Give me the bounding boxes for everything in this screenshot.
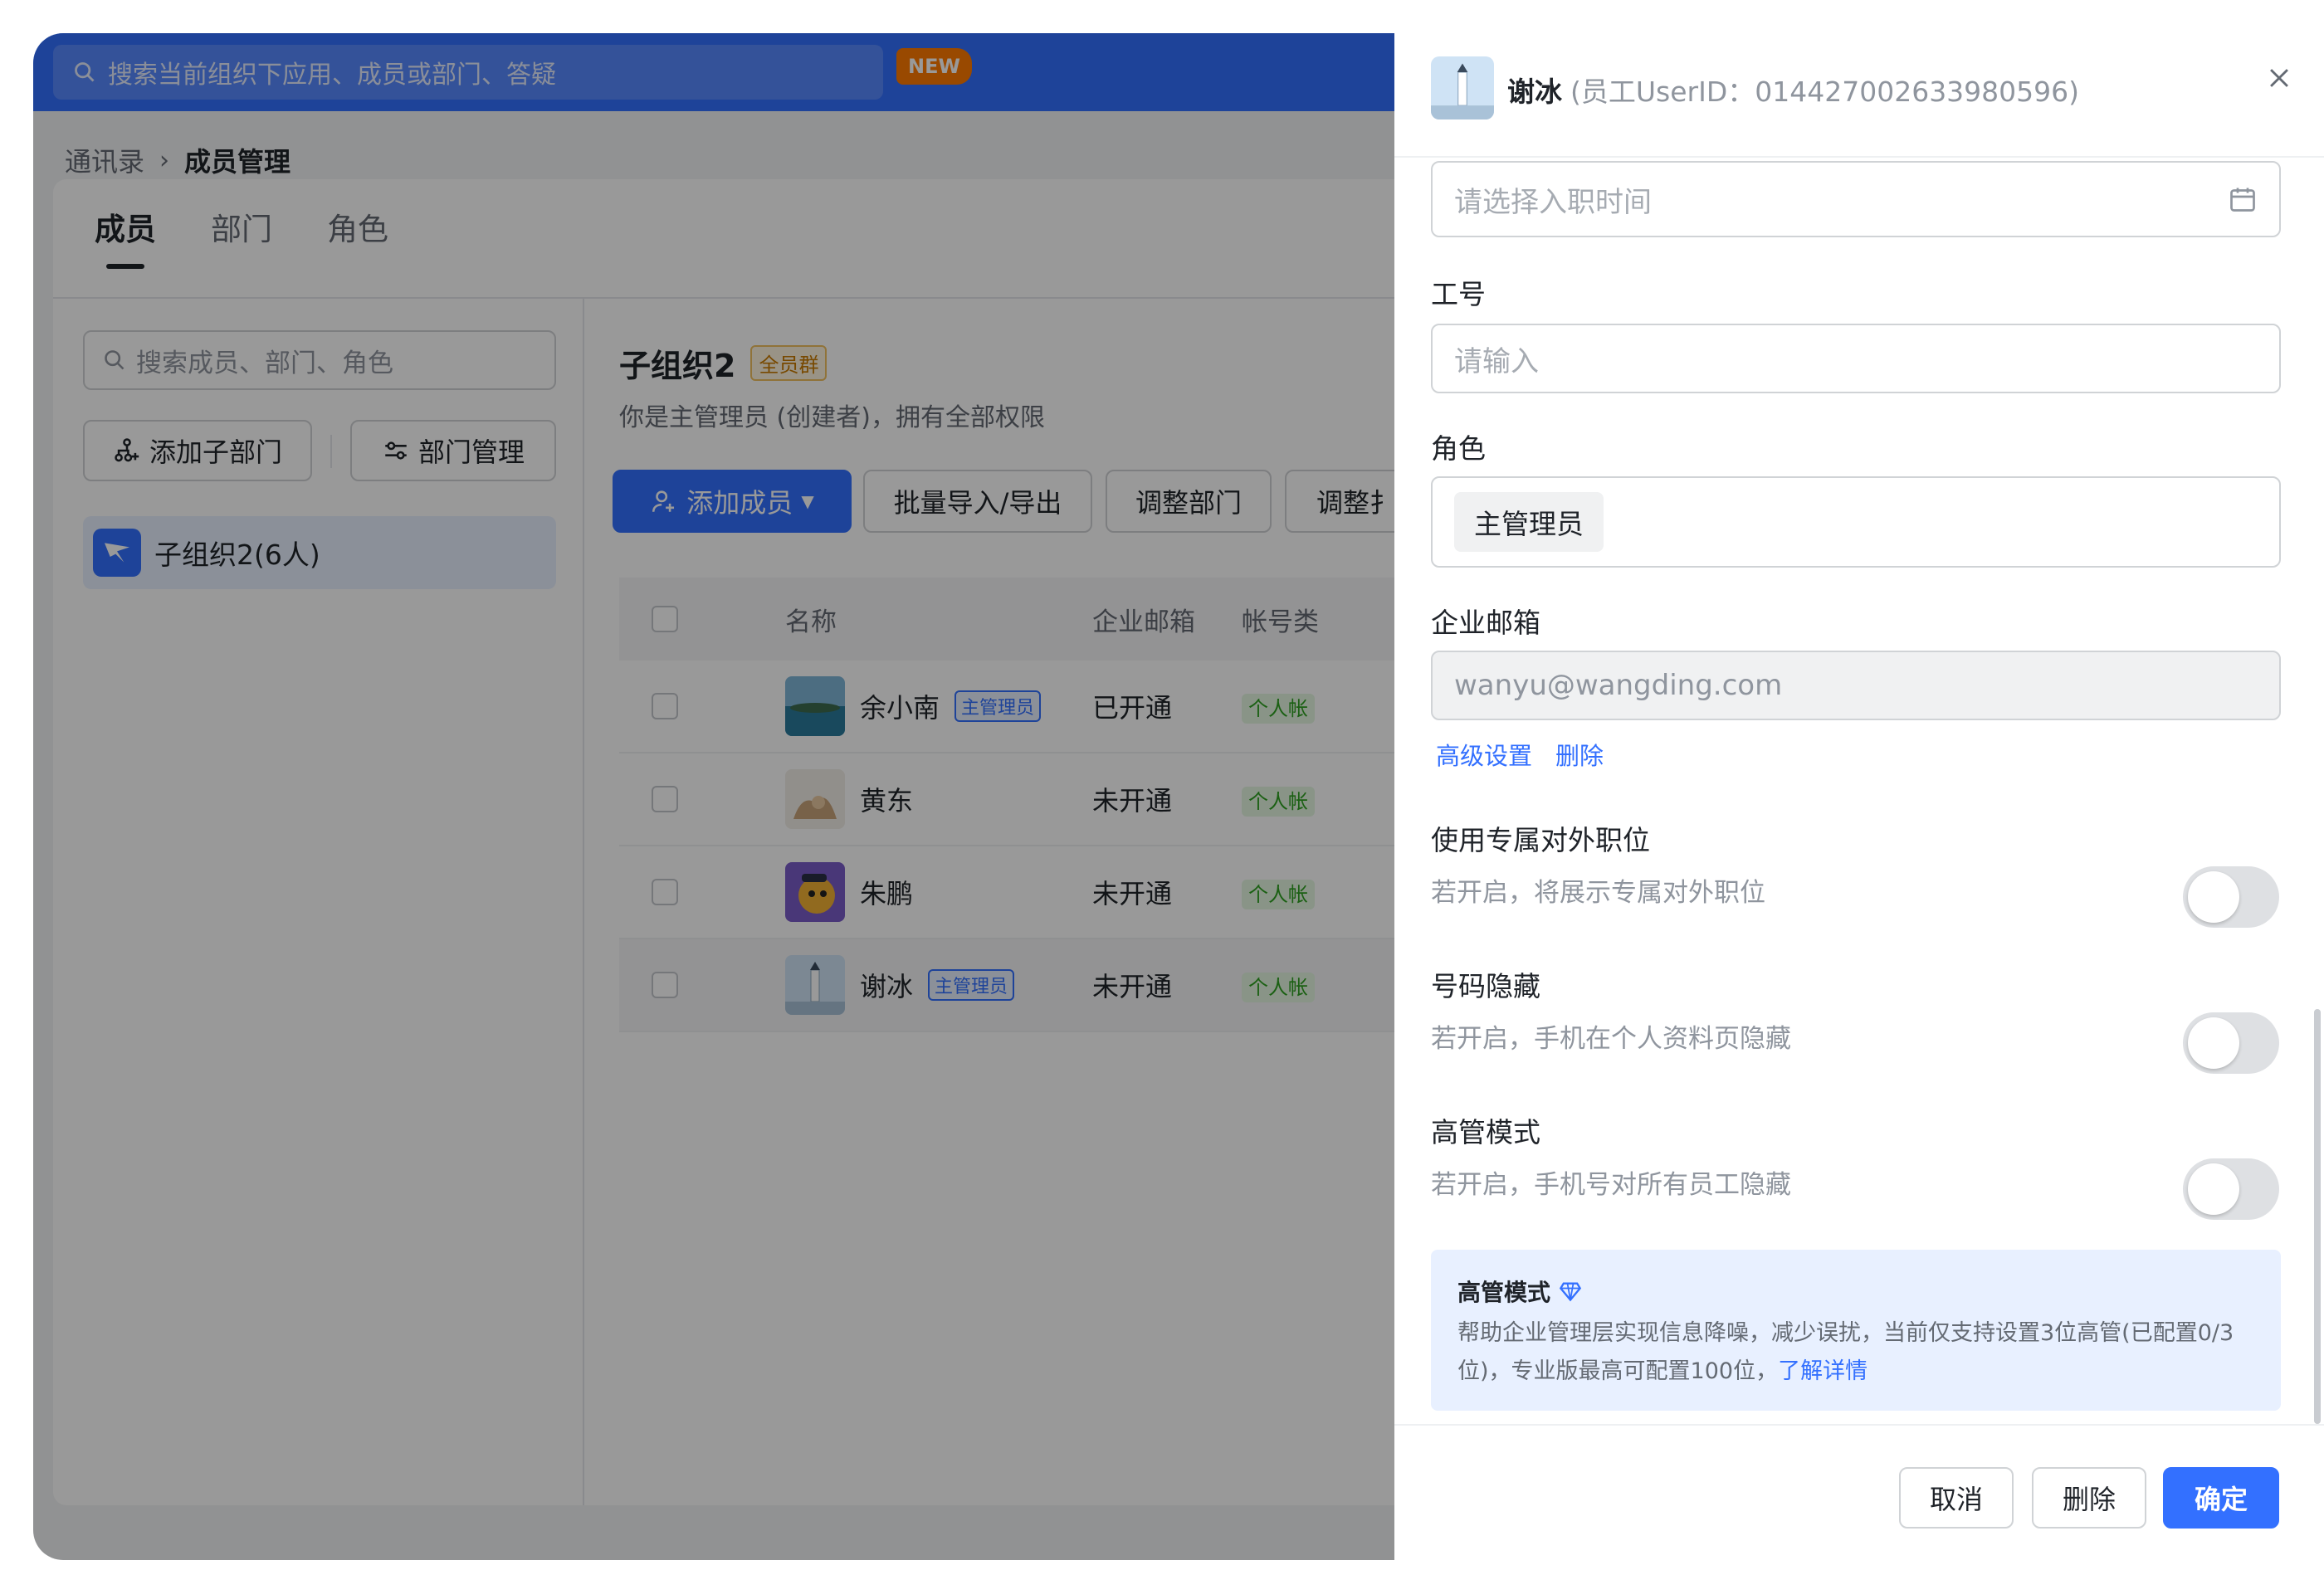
hide-number-title: 号码隐藏 [1431,970,1540,1002]
employee-no-label: 工号 [1431,278,1486,310]
toggle-knob [2188,871,2239,923]
delete-email-link[interactable]: 删除 [1555,737,1604,772]
drawer-scrollbar[interactable] [2314,1009,2321,1424]
exclusive-position-title: 使用专属对外职位 [1431,824,1650,856]
notice-text-line-1: 帮助企业管理层实现信息降噪，减少误扰，当前仅支持设置3位高管(已配置0/3 [1457,1320,2234,1346]
notice-text-line-2: 位)，专业版最高可配置100位， [1457,1358,1779,1384]
email-label: 企业邮箱 [1431,607,1540,639]
executive-mode-desc: 若开启，手机号对所有员工隐藏 [1431,1170,1791,1200]
employee-no-placeholder: 请输入 [1454,344,1539,378]
role-select[interactable]: 主管理员 [1431,476,2281,568]
modal-overlay[interactable] [33,33,1394,1560]
executive-mode-title: 高管模式 [1431,1116,1540,1148]
exclusive-position-desc: 若开启，将展示专属对外职位 [1431,878,1765,908]
hide-number-desc: 若开启，手机在个人资料页隐藏 [1431,1024,1791,1054]
executive-mode-notice-title: 高管模式 [1457,1275,2254,1308]
cancel-button[interactable]: 取消 [1899,1467,2014,1529]
exclusive-position-toggle[interactable] [2183,866,2279,928]
confirm-button[interactable]: 确定 [2163,1467,2279,1529]
avatar [1431,56,1494,119]
employee-no-input[interactable]: 请输入 [1431,324,2281,393]
close-icon [2270,69,2288,87]
role-chip: 主管理员 [1454,492,1604,552]
drawer-member-name: 谢冰 [1507,76,1562,108]
executive-mode-notice: 高管模式 帮助企业管理层实现信息降噪，减少误扰，当前仅支持设置3位高管(已配置0… [1431,1250,2281,1411]
advanced-settings-link[interactable]: 高级设置 [1436,737,1532,772]
executive-mode-toggle[interactable] [2183,1158,2279,1220]
diamond-icon [1559,1282,1582,1302]
toggle-knob [2188,1017,2239,1069]
drawer-header: 谢冰 (员工UserID：014427002633980596) [1394,0,2324,158]
close-button[interactable] [2258,56,2301,100]
email-links: 高级设置 删除 [1436,737,1604,772]
notice-title-text: 高管模式 [1457,1279,1551,1306]
email-value: wanyu@wangding.com [1454,669,1783,702]
email-field: wanyu@wangding.com [1431,651,2281,720]
learn-more-link[interactable]: 了解详情 [1778,1358,1868,1384]
role-label: 角色 [1431,432,1486,465]
drawer-member-userid: (员工UserID：014427002633980596) [1570,76,2080,108]
calendar-icon [2230,188,2255,212]
member-edit-drawer: 谢冰 (员工UserID：014427002633980596) 请选择入职时间… [1394,0,2324,1570]
drawer-title: 谢冰 (员工UserID：014427002633980596) [1507,70,2079,110]
delete-member-button[interactable]: 删除 [2032,1467,2146,1529]
executive-mode-notice-text: 帮助企业管理层实现信息降噪，减少误扰，当前仅支持设置3位高管(已配置0/3 位)… [1457,1314,2254,1391]
drawer-footer-divider [1394,1424,2324,1426]
hide-number-toggle[interactable] [2183,1012,2279,1074]
hire-date-placeholder: 请选择入职时间 [1454,185,1652,219]
hire-date-picker[interactable]: 请选择入职时间 [1431,161,2281,237]
toggle-knob [2188,1163,2239,1215]
